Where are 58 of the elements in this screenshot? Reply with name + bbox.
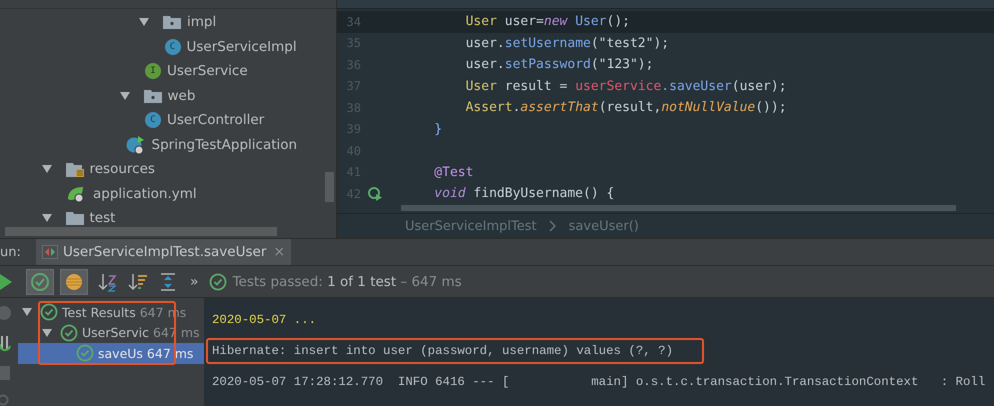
code-line: user.setPassword("123"); — [464, 57, 654, 72]
tree-item[interactable]: test — [90, 210, 116, 226]
show-ignored-button[interactable] — [60, 268, 88, 294]
rerun-icon[interactable] — [0, 334, 14, 352]
run-label: un: — [0, 244, 22, 260]
tree-item[interactable]: UserServiceImpl — [186, 38, 297, 55]
code-line: } — [433, 122, 442, 137]
scrollbar[interactable] — [401, 205, 956, 211]
console-line: 2020-05-07 ... — [212, 312, 316, 329]
class-badge-icon: I — [145, 63, 161, 80]
passed-check-icon — [60, 324, 78, 342]
chevron-icon — [548, 220, 557, 232]
expand-arrow-icon[interactable] — [42, 328, 52, 337]
class-badge-icon: C — [145, 112, 161, 128]
sort-duration-icon[interactable] — [128, 272, 148, 292]
more-actions[interactable]: » — [190, 274, 199, 290]
breadcrumb[interactable]: UserServiceImplTest — [405, 218, 537, 234]
tree-item[interactable]: web — [168, 88, 196, 104]
tree-item[interactable]: SpringTestApplication — [152, 136, 298, 153]
folder-icon — [144, 88, 162, 103]
ignored-filter-icon — [64, 272, 84, 292]
code-line: Assert.assertThat(result,notNullValue()); — [464, 100, 787, 116]
scrollbar[interactable] — [5, 227, 277, 236]
expand-arrow-icon[interactable] — [42, 214, 52, 222]
code-line: user.setUsername("test2"); — [464, 36, 670, 51]
tree-item[interactable]: application.yml — [93, 186, 197, 202]
resource-folder-icon — [66, 162, 84, 177]
passed-check-icon — [40, 303, 58, 322]
test-config-icon — [42, 245, 58, 259]
test-result-row[interactable]: saveUs 647 ms — [18, 343, 204, 364]
tree-item[interactable]: impl — [187, 14, 216, 30]
test-status: Tests passed: 1 of 1 test – 647 ms — [232, 274, 462, 290]
run-icon[interactable] — [0, 274, 12, 290]
expand-all-icon[interactable] — [158, 272, 178, 292]
folder-icon — [163, 15, 181, 30]
run-test-icon[interactable] — [367, 186, 383, 202]
console-line: 2020-05-07 17:28:12.770 INFO 6416 --- [ main] o.s.t.c.transaction.TransactionContext : Roll — [212, 374, 986, 391]
tree-item[interactable]: UserController — [167, 112, 264, 128]
code-line: User result = userService.saveUser(user); — [464, 78, 787, 94]
sort-alpha-icon[interactable] — [98, 272, 118, 292]
passed-check-icon — [208, 272, 227, 290]
code-line: void findByUsername() { — [433, 186, 614, 202]
code-line: User user=new User(); — [464, 14, 630, 30]
expand-arrow-icon[interactable] — [22, 308, 32, 316]
passed-check-icon — [76, 344, 94, 362]
spring-app-icon — [126, 134, 146, 155]
expand-arrow-icon[interactable] — [139, 18, 149, 26]
expand-arrow-icon[interactable] — [120, 92, 130, 100]
tree-item[interactable]: UserService — [167, 63, 248, 80]
console-line: Hibernate: insert into user (password, username) values (?, ?) — [212, 343, 674, 360]
passed-filter-icon — [30, 272, 50, 292]
run-tab[interactable]: UserServiceImplTest.saveUser × — [36, 239, 292, 265]
breadcrumb[interactable]: saveUser() — [568, 218, 639, 234]
scrollbar[interactable] — [325, 172, 334, 202]
class-badge-icon: C — [164, 38, 180, 55]
code-line: @Test — [433, 164, 474, 180]
expand-arrow-icon[interactable] — [42, 165, 52, 174]
tree-item[interactable]: resources — [90, 161, 155, 178]
